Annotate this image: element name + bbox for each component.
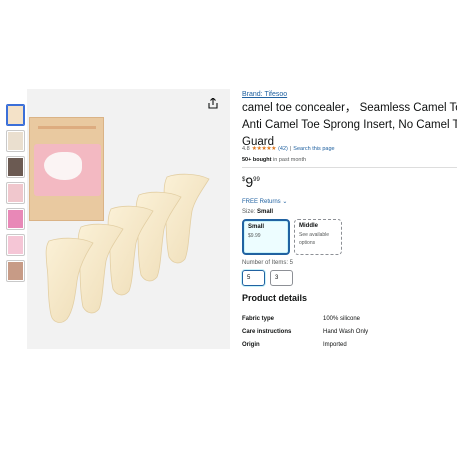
details-row: Origin Imported: [242, 338, 368, 351]
thumbnail-1-image: [8, 106, 23, 124]
thumbnail-7[interactable]: [6, 260, 25, 282]
share-icon-glyph: [208, 97, 218, 109]
product-details-heading: Product details: [242, 293, 308, 303]
product-package: [29, 117, 104, 221]
bought-rest: in past month: [271, 157, 307, 163]
thumbnail-5[interactable]: [6, 208, 25, 230]
price: $ 9 99: [242, 175, 260, 189]
size-label-text: Size:: [242, 209, 258, 215]
thumbnail-6-image: [8, 236, 23, 254]
divider: [242, 167, 457, 168]
thumbnail-2[interactable]: [6, 130, 25, 152]
quantity-option-3[interactable]: 3: [270, 270, 293, 286]
chevron-down-icon: ⌄: [282, 199, 288, 205]
thumbnail-3[interactable]: [6, 156, 25, 178]
details-row: Care instructions Hand Wash Only: [242, 325, 368, 338]
package-white-art: [44, 152, 82, 180]
price-whole: 9: [245, 174, 254, 190]
star-rating-icon[interactable]: ★★★★★: [252, 145, 277, 152]
quantity-option-5[interactable]: 5: [242, 270, 265, 286]
details-key: Origin: [242, 341, 260, 348]
thumbnail-4[interactable]: [6, 182, 25, 204]
product-title-line-2: Anti Camel Toe Sprong Insert, No Camel T: [242, 119, 457, 131]
details-key: Care instructions: [242, 328, 292, 335]
thumbnail-6[interactable]: [6, 234, 25, 256]
number-of-items-label: Number of Items: 5: [242, 260, 294, 266]
free-returns-label: FREE Returns: [242, 199, 281, 205]
brand-link[interactable]: Brand: Tifesoo: [242, 91, 287, 98]
product-title-line-1: camel toe concealer， Seamless Camel Toe: [242, 102, 457, 114]
bought-in-past-month: 50+ bought in past month: [242, 157, 306, 163]
thumbnail-2-image: [8, 132, 23, 150]
search-this-page-link[interactable]: Search this page: [293, 146, 334, 152]
details-value: Hand Wash Only: [323, 328, 369, 335]
package-text: [38, 126, 96, 129]
product-title: camel toe concealer， Seamless Camel Toe …: [242, 100, 457, 151]
thumbnail-4-image: [8, 184, 23, 202]
bought-count: 50+ bought: [242, 157, 272, 163]
thumbnail-3-image: [8, 158, 23, 176]
free-returns-link[interactable]: FREE Returns ⌄: [242, 198, 287, 205]
size-option-middle-availability: See available options: [299, 232, 330, 246]
thumbnail-5-image: [8, 210, 23, 228]
details-key: Fabric type: [242, 315, 275, 322]
rating-value: 4.8: [242, 145, 250, 152]
thumbnail-7-image: [8, 262, 23, 280]
size-option-small[interactable]: Small $9.99: [242, 219, 290, 255]
size-option-middle-name: Middle: [299, 223, 318, 229]
product-details-table: Fabric type 100% silicone Care instructi…: [242, 312, 368, 351]
details-value: Imported: [323, 341, 347, 348]
details-row: Fabric type 100% silicone: [242, 312, 368, 325]
size-option-small-name: Small: [248, 224, 265, 230]
size-option-small-price: $9.99: [248, 233, 261, 239]
share-icon[interactable]: [206, 96, 220, 110]
thumbnail-1[interactable]: [6, 104, 25, 126]
rating-count-link[interactable]: (42): [278, 146, 288, 152]
thumbnail-strip: [6, 104, 26, 286]
size-option-middle[interactable]: Middle See available options: [294, 219, 342, 255]
size-label: Size: Small: [242, 209, 273, 215]
size-selected-value: Small: [257, 209, 274, 215]
rating-row: 4.8 ★★★★★ (42) | Search this page: [242, 145, 335, 153]
details-value: 100% silicone: [323, 315, 361, 322]
price-fraction: 99: [253, 177, 260, 183]
rating-separator: |: [289, 145, 292, 152]
